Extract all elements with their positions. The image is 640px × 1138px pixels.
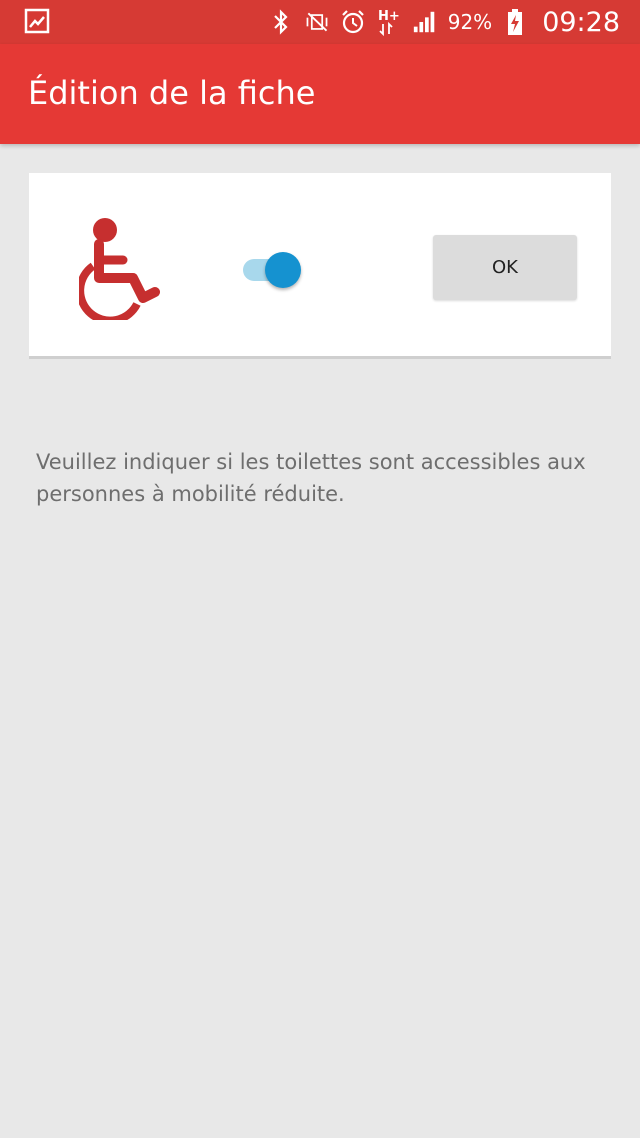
toggle-thumb	[265, 252, 301, 288]
wheelchair-icon	[76, 216, 169, 325]
alarm-icon	[340, 9, 366, 35]
accessibility-toggle[interactable]	[241, 251, 305, 289]
status-bar: H+ 92% 09:28	[0, 0, 640, 44]
gallery-icon	[24, 8, 50, 34]
help-text: Veuillez indiquer si les toilettes sont …	[36, 450, 586, 506]
app-bar: Édition de la fiche	[0, 44, 640, 144]
ok-button[interactable]: OK	[433, 235, 577, 300]
battery-percent: 92%	[447, 10, 493, 34]
status-clock: 09:28	[542, 6, 620, 38]
h-plus-icon: H+	[376, 9, 402, 37]
status-icons: H+ 92% 09:28	[268, 0, 620, 44]
svg-text:H+: H+	[378, 9, 400, 24]
battery-charging-icon	[502, 9, 528, 35]
vibrate-icon	[304, 9, 330, 35]
bluetooth-icon	[268, 9, 294, 35]
accessibility-card: OK	[29, 173, 611, 359]
page-title: Édition de la fiche	[28, 74, 316, 112]
signal-icon	[412, 9, 438, 35]
